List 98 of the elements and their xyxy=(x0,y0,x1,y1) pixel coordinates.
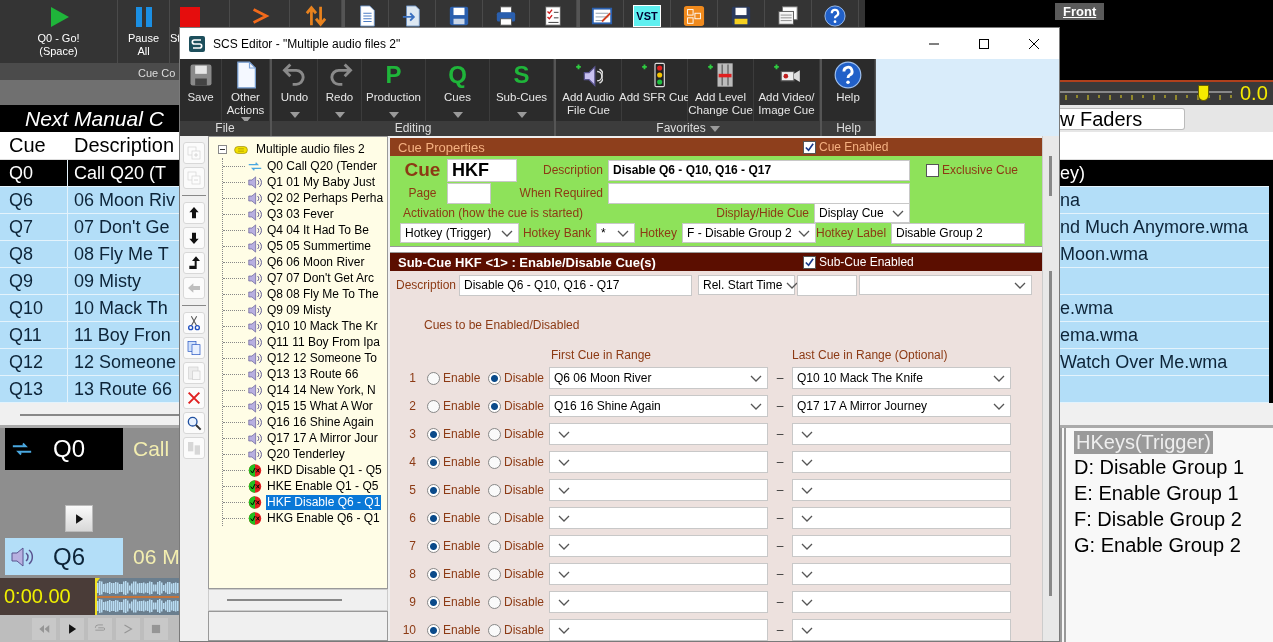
table-cell-text: Call Q20 (T xyxy=(73,162,167,184)
table-cell: ema.wma xyxy=(1060,324,1139,346)
row-number: 9 xyxy=(409,595,417,609)
range-dash: – xyxy=(776,455,784,469)
column-header: Last Cue in Range (Optional) xyxy=(792,348,948,364)
radio-label: Disable xyxy=(504,567,545,581)
panel-title: Sub-Cue HKF <1> : Enable/Disable Cue(s) xyxy=(398,254,657,270)
field-label: Hotkey Label xyxy=(816,226,888,240)
checkbox-label: Sub-Cue Enabled xyxy=(819,255,914,269)
radio-label: Disable xyxy=(504,399,545,413)
field-label: Description xyxy=(541,163,604,177)
table-cell: Moon.wma xyxy=(1060,243,1149,265)
column-header: Description xyxy=(73,134,175,157)
radio-label: Enable xyxy=(443,623,481,637)
radio-label: Enable xyxy=(443,511,481,525)
table-cell: Q10 xyxy=(0,295,68,321)
radio-label: Enable xyxy=(443,371,481,385)
cue-title: Call xyxy=(133,437,170,461)
range-dash: – xyxy=(776,595,784,609)
row-number: 5 xyxy=(409,483,417,497)
group-label: File xyxy=(180,121,270,136)
radio-label: Disable xyxy=(504,595,545,609)
table-cell-text: 10 Mack Th xyxy=(73,297,168,319)
field-label: Display/Hide Cue xyxy=(715,206,810,220)
range-dash: – xyxy=(776,427,784,441)
table-cell: Q9 xyxy=(0,268,68,294)
hotkey-title: HKeys(Trigger) xyxy=(1074,431,1213,454)
radio-label: Disable xyxy=(504,455,545,469)
range-dash: – xyxy=(776,371,784,385)
table-cell: Q6 xyxy=(0,187,68,213)
table-cell: Q0 xyxy=(0,160,68,186)
table-cell-text: 11 Boy Fron xyxy=(73,324,171,346)
radio-label: Enable xyxy=(443,539,481,553)
cue-label: Q6 xyxy=(53,542,85,571)
cue-label: Q0 xyxy=(53,435,85,463)
time-display: 0:00.00 xyxy=(3,584,72,609)
field-label: Page xyxy=(407,186,438,200)
table-cell: e.wma xyxy=(1060,297,1113,319)
table-cell: na xyxy=(1060,189,1081,211)
row-number: 3 xyxy=(409,427,417,441)
row-number: 4 xyxy=(409,455,417,469)
column-header: Cue xyxy=(8,134,47,157)
radio-label: Enable xyxy=(443,455,481,469)
range-dash: – xyxy=(776,539,784,553)
cue-title: 06 M xyxy=(133,544,180,569)
table-cell: Q13 xyxy=(0,376,68,402)
field-label: Description xyxy=(396,278,458,292)
checkbox-label: Cue Enabled xyxy=(819,140,889,154)
range-dash: – xyxy=(776,623,784,637)
radio-label: Enable xyxy=(443,483,481,497)
radio-label: Enable xyxy=(443,399,481,413)
table-cell: Q11 xyxy=(0,322,68,348)
panel-title: Cue Properties xyxy=(398,139,486,155)
field-label: Hotkey Bank xyxy=(521,226,592,240)
field-label: When Required xyxy=(518,186,604,200)
radio-label: Disable xyxy=(504,511,545,525)
radio-label: Disable xyxy=(504,427,545,441)
fader-reading: 0.0 xyxy=(1240,82,1268,105)
row-number: 8 xyxy=(409,567,417,581)
table-cell: nd Much Anymore.wma xyxy=(1060,216,1249,238)
radio-label: Disable xyxy=(504,539,545,553)
section-title: Cues to be Enabled/Disabled xyxy=(424,318,580,332)
table-cell: Q8 xyxy=(0,241,68,267)
range-dash: – xyxy=(776,567,784,581)
table-cell: Q7 xyxy=(0,214,68,240)
table-cell: Q12 xyxy=(0,349,68,375)
radio-label: Disable xyxy=(504,623,545,637)
row-number: 2 xyxy=(409,399,417,413)
range-dash: – xyxy=(776,511,784,525)
row-number: 7 xyxy=(409,539,417,553)
radio-label: Enable xyxy=(443,427,481,441)
radio-label: Disable xyxy=(504,483,545,497)
field-label: Hotkey xyxy=(638,226,678,240)
radio-label: Disable xyxy=(504,371,545,385)
table-cell: ey) xyxy=(1060,162,1085,184)
table-cell-text: 06 Moon Riv xyxy=(73,189,176,211)
radio-label: Enable xyxy=(443,567,481,581)
table-cell-text: 07 Don't Ge xyxy=(73,216,170,238)
group-label: Favorites xyxy=(556,121,820,136)
group-label: Editing xyxy=(272,121,554,136)
group-label: Cue Co xyxy=(138,67,176,79)
row-number: 10 xyxy=(402,623,417,637)
table-cell-text: 12 Someone xyxy=(73,351,177,373)
window-title: SCS Editor - "Multiple audio files 2" xyxy=(213,36,402,51)
group-label: Help xyxy=(822,121,875,136)
range-dash: – xyxy=(776,483,784,497)
table-cell-text: 13 Route 66 xyxy=(73,378,173,400)
range-dash: – xyxy=(776,399,784,413)
table-cell-text: 09 Misty xyxy=(73,270,142,292)
table-cell: Watch Over Me.wma xyxy=(1060,351,1228,373)
column-header: First Cue in Range xyxy=(550,348,652,364)
table-cell-text: 08 Fly Me T xyxy=(73,243,169,265)
field-label: Activation (how the cue is started) xyxy=(402,206,585,220)
radio-label: Enable xyxy=(443,595,481,609)
row-number: 1 xyxy=(409,371,417,385)
checkbox-label: Exclusive Cue xyxy=(942,163,1019,177)
row-number: 6 xyxy=(409,511,417,525)
field-label: Cue xyxy=(403,159,442,181)
